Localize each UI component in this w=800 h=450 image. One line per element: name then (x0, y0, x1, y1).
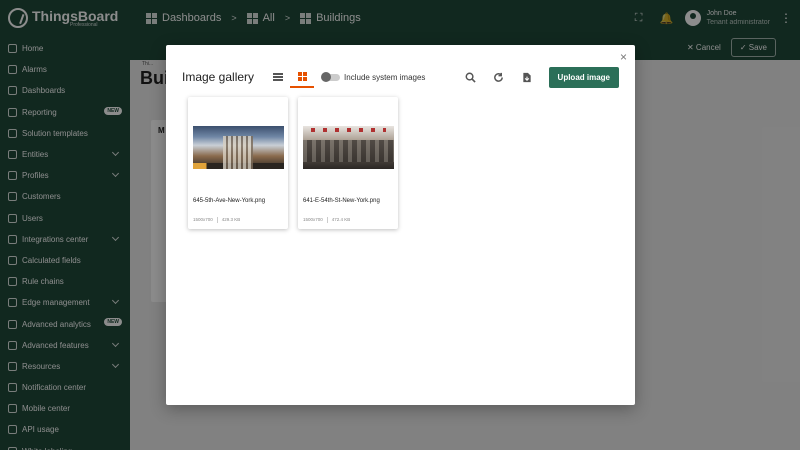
dialog-header: Image gallery Include system images Uplo… (182, 65, 619, 89)
image-resolution: 1500x700 (193, 217, 213, 222)
image-grid: 645-5th-Ave-New-York.png 1500x700 429.3 … (188, 97, 398, 229)
grid-icon (297, 71, 307, 81)
list-icon (273, 73, 284, 81)
image-card[interactable]: 645-5th-Ave-New-York.png 1500x700 429.3 … (188, 97, 288, 229)
image-name: 645-5th-Ave-New-York.png (193, 198, 266, 204)
image-meta: 1500x700 429.3 KB (193, 217, 240, 223)
image-gallery-dialog: × Image gallery Include system images Up… (166, 45, 635, 405)
image-size: 472.4 KB (331, 217, 351, 222)
toggle-switch[interactable] (321, 71, 341, 82)
upload-image-button[interactable]: Upload image (548, 66, 619, 88)
dialog-title: Image gallery (182, 70, 255, 84)
import-icon[interactable] (515, 66, 539, 88)
image-name: 641-E-54th-St-New-York.png (303, 198, 380, 204)
image-card[interactable]: 641-E-54th-St-New-York.png 1500x700 472.… (298, 97, 398, 229)
refresh-icon[interactable] (487, 66, 511, 88)
close-icon[interactable]: × (620, 51, 627, 63)
image-thumbnail[interactable] (303, 126, 394, 169)
include-system-images-label: Include system images (344, 72, 426, 82)
image-resolution: 1500x700 (303, 217, 323, 222)
search-icon[interactable] (459, 66, 483, 88)
image-thumbnail[interactable] (193, 126, 284, 169)
view-mode-toggle (266, 66, 315, 88)
grid-view-button[interactable] (290, 66, 315, 88)
list-view-button[interactable] (266, 66, 290, 88)
image-meta: 1500x700 472.4 KB (303, 217, 350, 223)
image-size: 429.3 KB (221, 217, 241, 222)
include-system-images-toggle[interactable]: Include system images (321, 71, 426, 82)
